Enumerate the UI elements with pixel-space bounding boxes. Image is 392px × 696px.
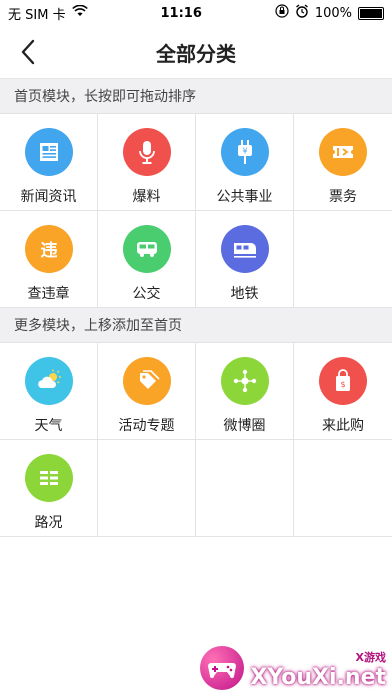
chevron-left-icon <box>21 39 35 65</box>
module-subway[interactable]: 地铁 <box>196 211 294 308</box>
module-label: 新闻资讯 <box>20 189 77 205</box>
module-label: 来此购 <box>322 418 364 434</box>
back-button[interactable] <box>12 36 44 68</box>
module-check-violation[interactable]: 违 查违章 <box>0 211 98 308</box>
plug-icon: ¥ <box>220 128 269 176</box>
carrier-text: 无 SIM 卡 <box>8 7 66 23</box>
module-baoliao[interactable]: 爆料 <box>98 114 196 211</box>
module-tickets[interactable]: 票务 <box>294 114 392 211</box>
more-modules-grid: 天气 活动专题 微博圈 $ 来此购 路况 <box>0 342 392 537</box>
tag-icon <box>122 357 171 405</box>
module-label: 公共事业 <box>216 189 273 205</box>
module-bus[interactable]: 公交 <box>98 211 196 308</box>
module-news[interactable]: 新闻资讯 <box>0 114 98 211</box>
module-weibo-circle[interactable]: 微博圈 <box>196 343 294 440</box>
status-bar: 无 SIM 卡 11:16 100% <box>0 0 392 26</box>
module-label: 活动专题 <box>118 418 175 434</box>
svg-text:违: 违 <box>40 240 57 261</box>
weather-icon <box>24 357 73 405</box>
status-time: 11:16 <box>160 5 202 21</box>
watermark: X游戏 XYouXi.net <box>200 646 386 690</box>
subway-icon <box>220 225 269 273</box>
wifi-icon <box>71 4 88 21</box>
module-shopping[interactable]: $ 来此购 <box>294 343 392 440</box>
module-label: 查违章 <box>27 286 70 302</box>
microphone-icon <box>122 128 171 176</box>
empty-cell <box>196 440 294 537</box>
module-label: 地铁 <box>230 286 259 302</box>
home-modules-grid: 新闻资讯 爆料 ¥ 公共事业 票务 违 查违章 公交 地铁 <box>0 113 392 308</box>
empty-cell <box>294 211 392 308</box>
empty-cell <box>294 440 392 537</box>
nav-bar: 全部分类 <box>0 26 392 79</box>
battery-icon <box>357 6 384 20</box>
page-title: 全部分类 <box>156 41 236 66</box>
network-icon <box>220 357 269 405</box>
svg-text:$: $ <box>340 380 345 389</box>
watermark-small-text: X游戏 <box>355 651 386 664</box>
alarm-icon <box>295 4 309 22</box>
module-label: 公交 <box>132 286 161 302</box>
shopping-bag-icon: $ <box>319 357 367 405</box>
violation-icon: 违 <box>24 225 73 273</box>
module-public-utilities[interactable]: ¥ 公共事业 <box>196 114 294 211</box>
module-traffic[interactable]: 路况 <box>0 440 98 537</box>
module-label: 票务 <box>329 189 357 205</box>
road-icon <box>24 454 73 502</box>
module-label: 微博圈 <box>223 418 266 434</box>
svg-text:¥: ¥ <box>242 147 247 156</box>
section-header-home-modules: 首页模块，长按即可拖动排序 <box>0 79 392 113</box>
bus-icon <box>122 225 171 273</box>
module-label: 天气 <box>34 418 63 434</box>
gamepad-logo-icon <box>200 646 245 690</box>
ticket-icon <box>319 128 367 176</box>
module-label: 爆料 <box>132 189 161 205</box>
module-label: 路况 <box>34 515 63 531</box>
news-icon <box>24 128 73 176</box>
watermark-domain-text: XYouXi.net <box>250 665 386 690</box>
module-weather[interactable]: 天气 <box>0 343 98 440</box>
section-header-more-modules: 更多模块，上移添加至首页 <box>0 308 392 342</box>
empty-cell <box>98 440 196 537</box>
orientation-lock-icon <box>275 4 289 22</box>
battery-percent: 100% <box>314 5 352 21</box>
module-events[interactable]: 活动专题 <box>98 343 196 440</box>
